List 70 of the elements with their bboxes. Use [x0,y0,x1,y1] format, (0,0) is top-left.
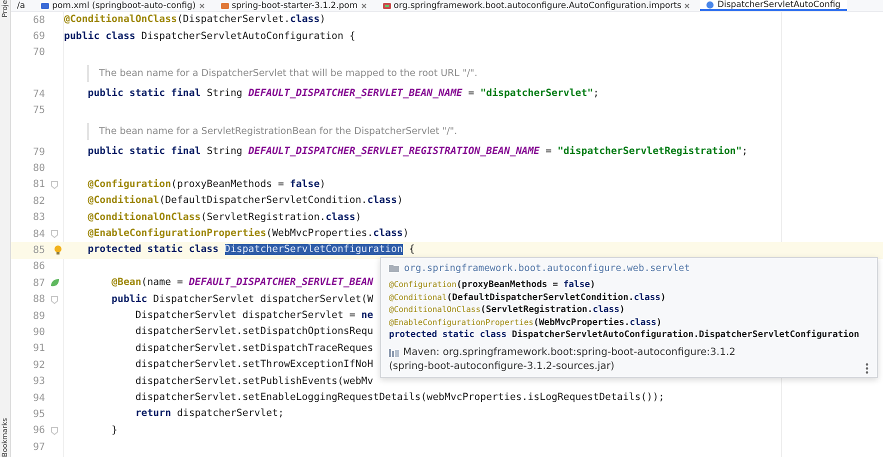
line-number: 86 [32,261,45,272]
code-line: protected static class DispatcherServletConfiguration { [86,243,415,258]
line-number: 87 [32,278,45,289]
line-number: 93 [32,376,45,388]
code-line: @Bean(name = DEFAULT_DISPATCHER_SERVLET_BEAN [110,276,374,290]
code-line: @EnableConfigurationProperties(WebMvcProperties.class) [389,316,663,329]
line-number: 70 [32,47,45,58]
code-line: dispatcherServlet.setThrowExceptionIfNoH [134,358,374,372]
code-line: @Configuration(proxyBeanMethods = false) [86,178,326,192]
close-icon[interactable] [360,2,367,8]
file-icon [220,2,229,10]
code-line: @ConditionalOnClass(DispatcherServlet.class) [64,13,326,28]
library-source: (spring-boot-autoconfigure-3.1.2-sources.jar) [389,360,614,374]
more-options-icon[interactable] [865,362,869,374]
line-number: 94 [32,392,45,404]
code-line: public DispatcherServlet dispatcherServlet(W [110,292,374,307]
line-number: 97 [32,442,45,453]
code-line: dispatcherServlet.setEnableLoggingRequestDetails(webMvcProperties.isLogRequestDetails()); [134,391,664,405]
line-number: 92 [32,360,45,371]
code-line: @ConditionalOnClass(ServletRegistration.class) [86,210,362,225]
doc-comment: The bean name for a ServletRegistrationBean for the DispatcherServlet "/". [87,122,468,140]
editor-tab[interactable]: DispatcherServletAutoConfig [700,0,847,11]
code-line: public static final String DEFAULT_DISPATCHER_SERVLET_BEAN_NAME = "dispatcherServlet"; [86,87,600,102]
editor-tab[interactable]: /a [11,0,32,11]
line-number: 91 [32,343,45,354]
code-line: protected static class DispatcherServletAutoConfiguration.DispatcherServletConfiguration [389,329,860,342]
file-icon [41,2,50,10]
doc-comment: The bean name for a DispatcherServlet that will be mapped to the root URL "/". [87,65,488,82]
code-line: @Conditional(DefaultDispatcherServletCondition.class) [389,292,667,304]
line-number: 75 [32,105,45,116]
line-number: 83 [32,212,45,224]
line-number: 80 [32,163,45,174]
code-line: @Configuration(proxyBeanMethods = false) [389,279,596,292]
line-number: 69 [32,31,45,42]
file-icon [382,2,391,10]
folder-icon [389,264,399,272]
line-number: 85 [32,244,45,256]
code-line: DispatcherServlet dispatcherServlet = ne [134,309,374,324]
code-line: dispatcherServlet.setDispatchOptionsRequ [134,325,374,340]
line-number: 96 [32,425,45,436]
editor-tab[interactable]: org.springframework.boot.autoconfigure.AutoConfiguration.imports [376,0,696,11]
line-number: 68 [32,14,45,26]
close-icon[interactable] [684,2,690,8]
line-number: 84 [32,228,45,240]
code-line: @ConditionalOnClass(ServletRegistration.class) [389,304,626,316]
code-line: dispatcherServlet.setPublishEvents(webMv [134,374,374,389]
line-number: 79 [32,146,45,158]
line-number: 81 [32,179,45,190]
code-line: dispatcherServlet.setDispatchTraceReques [134,342,374,356]
close-icon[interactable] [198,2,205,8]
editor-tab[interactable]: pom.xml (springboot-auto-config) [35,0,211,11]
line-number: 89 [32,310,45,322]
line-number: 95 [32,408,45,420]
code-line: @Conditional(DefaultDispatcherServletCondition.class) [86,194,403,208]
editor-tab[interactable]: spring-boot-starter-3.1.2.pom [214,0,373,11]
package-name: org.springframework.boot.autoconfigure.web.servlet [404,262,690,274]
code-line: return dispatcherServlet; [134,407,284,422]
line-number: 74 [32,88,45,100]
bean-icon[interactable] [50,278,60,288]
code-line: public class DispatcherServletAutoConfiguration { [64,30,356,44]
class-icon [706,0,714,8]
line-number: 90 [32,326,45,338]
line-number: 88 [32,294,45,306]
lightbulb-icon[interactable] [54,245,62,256]
library-icon [389,348,399,357]
code-line: } [110,424,118,438]
library-source: Maven: org.springframework.boot:spring-boot-autoconfigure:3.1.2 [403,346,736,360]
code-line: public static final String DEFAULT_DISPATCHER_SERVLET_REGISTRATION_BEAN_NAME = "dispatcherServletRegistration"; [86,145,748,160]
line-number: 82 [32,196,45,207]
code-line: @EnableConfigurationProperties(WebMvcProperties.class) [86,227,409,242]
